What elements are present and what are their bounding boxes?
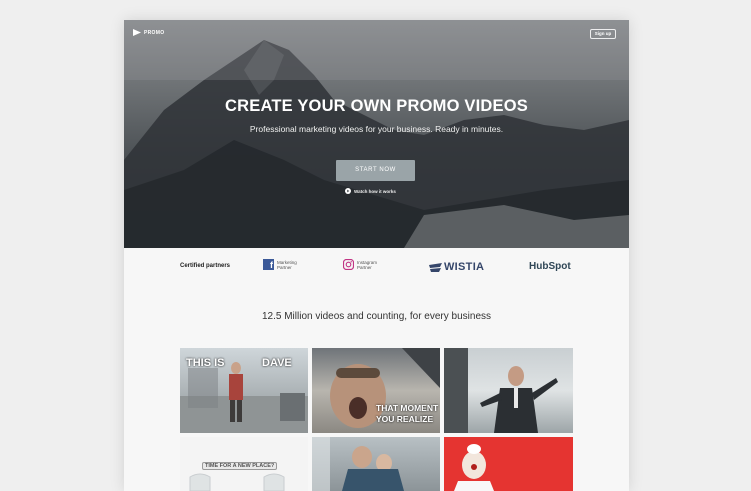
video-thumbnail-red[interactable] xyxy=(444,437,573,491)
video-thumbnail-family[interactable] xyxy=(312,437,440,491)
video-caption-dave: DAVE xyxy=(262,357,292,369)
watch-how-it-works-link[interactable]: Watch how it works xyxy=(345,188,396,194)
facebook-partner-badge: f Marketing Partner xyxy=(263,259,297,270)
video-thumbnail-new-place[interactable]: TIME FOR A NEW PLACE? xyxy=(180,437,308,491)
hero-title: CREATE YOUR OWN PROMO VIDEOS xyxy=(225,97,528,115)
wistia-logo: WISTIA xyxy=(429,261,484,273)
landing-page: PROMO Sign up CREATE YOUR OWN PROMO VIDE… xyxy=(124,20,629,491)
instagram-icon xyxy=(343,259,354,270)
caption-line-2: YOU REALIZE xyxy=(376,414,434,424)
sign-up-button[interactable]: Sign up xyxy=(590,29,616,39)
promo-logo[interactable]: PROMO xyxy=(133,29,164,36)
caption-line-1: THAT MOMENT xyxy=(376,403,439,413)
wistia-text: WISTIA xyxy=(444,261,485,273)
play-circle-icon xyxy=(345,188,351,194)
watch-label: Watch how it works xyxy=(354,188,396,194)
family-figure xyxy=(312,437,404,491)
start-now-button[interactable]: START NOW xyxy=(336,160,415,181)
clown-figure xyxy=(454,444,494,491)
facebook-icon: f xyxy=(263,259,274,270)
hero-subtitle: Professional marketing videos for your b… xyxy=(249,124,504,134)
video-caption-that-moment: THAT MOMENT YOU REALIZE xyxy=(376,403,438,425)
video-thumbnail-businessman[interactable] xyxy=(444,348,573,433)
instagram-partner-line1: Instagram xyxy=(357,259,378,265)
partners-label: Certified partners xyxy=(180,263,231,269)
instagram-partner-badge: Instagram Partner xyxy=(343,259,377,270)
video-caption-new-place: TIME FOR A NEW PLACE? xyxy=(202,462,278,470)
video-caption-this-is: THIS IS xyxy=(186,357,225,369)
hubspot-logo: HubSpot xyxy=(529,261,571,272)
videos-count-heading: 12.5 Million videos and counting, for ev… xyxy=(261,311,492,322)
facebook-partner-line1: Marketing xyxy=(277,259,297,265)
logo-text: PROMO xyxy=(144,29,165,36)
hero-section: PROMO Sign up CREATE YOUR OWN PROMO VIDE… xyxy=(124,20,629,248)
businessman-figure xyxy=(444,348,558,433)
video-gallery: THIS IS DAVE THAT MOMENT YOU REALIZE TIM… xyxy=(180,348,573,491)
facebook-partner-line2: Partner xyxy=(277,264,292,270)
partners-bar: Certified partners f Marketing Partner I… xyxy=(124,248,629,290)
instagram-partner-line2: Partner xyxy=(357,264,372,270)
wistia-mark-icon xyxy=(429,262,442,272)
mountain-background-image xyxy=(124,20,629,248)
video-thumbnail-dave[interactable]: THIS IS DAVE xyxy=(180,348,308,433)
promo-logo-icon xyxy=(133,29,141,36)
video-thumbnail-that-moment[interactable]: THAT MOMENT YOU REALIZE xyxy=(312,348,440,433)
